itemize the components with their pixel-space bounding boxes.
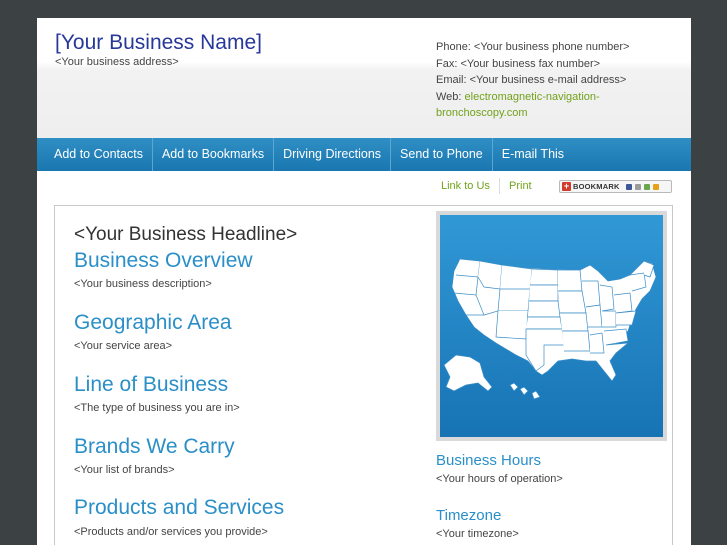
nav-driving-directions[interactable]: Driving Directions [274,138,392,171]
contact-info: Phone: <Your business phone number> Fax:… [436,39,629,122]
utility-divider [499,178,500,194]
site-header: [Your Business Name] <Your business addr… [37,18,691,138]
line-of-business-desc: <The type of business you are in> [74,402,240,414]
content-box: <Your Business Headline> Business Overvi… [54,205,673,545]
nav-send-to-phone[interactable]: Send to Phone [391,138,493,171]
nav-email-this[interactable]: E-mail This [493,138,573,171]
geographic-area-desc: <Your service area> [74,340,173,352]
timezone-title: Timezone [436,507,502,524]
business-headline: <Your Business Headline> [74,224,298,245]
star-icon [652,183,659,190]
share-icon [643,183,650,190]
web-line: Web: electromagnetic-navigation- [436,89,629,106]
business-name[interactable]: [Your Business Name] [55,31,262,55]
products-services-desc: <Products and/or services you provide> [74,526,268,538]
business-hours-desc: <Your hours of operation> [436,473,563,485]
fax-line: Fax: <Your business fax number> [436,57,601,70]
business-overview-desc: <Your business description> [74,278,212,290]
nav-add-to-contacts[interactable]: Add to Contacts [45,138,153,171]
business-hours-title: Business Hours [436,452,542,469]
email-line: Email: <Your business e-mail address> [436,74,627,86]
bookmark-button[interactable]: + BOOKMARK [559,180,672,193]
products-services-title: Products and Services [74,496,285,519]
plus-icon: + [562,181,571,191]
delicious-icon [625,183,632,190]
business-overview-title: Business Overview [74,249,253,272]
line-of-business-title: Line of Business [74,373,229,396]
usa-map[interactable] [440,215,663,437]
map-frame [436,211,667,441]
print-link[interactable]: Print [509,180,532,192]
usa-map-icon [443,258,657,400]
brands-we-carry-title: Brands We Carry [74,435,235,458]
main-nav: Add to Contacts Add to Bookmarks Driving… [37,138,691,171]
brands-we-carry-desc: <Your list of brands> [74,464,175,476]
timezone-desc: <Your timezone> [436,528,519,540]
link-to-us-link[interactable]: Link to Us [441,180,490,192]
geographic-area-title: Geographic Area [74,311,232,334]
web-link-continued[interactable]: bronchoscopy.com [436,105,629,122]
digg-icon [634,183,641,190]
web-link[interactable]: electromagnetic-navigation- [465,91,600,103]
phone-line: Phone: <Your business phone number> [436,41,630,53]
nav-add-to-bookmarks[interactable]: Add to Bookmarks [153,138,275,171]
page-container: [Your Business Name] <Your business addr… [37,18,691,545]
bookmark-label: BOOKMARK [573,182,620,191]
web-label: Web: [436,90,462,103]
business-address: <Your business address> [55,56,179,68]
